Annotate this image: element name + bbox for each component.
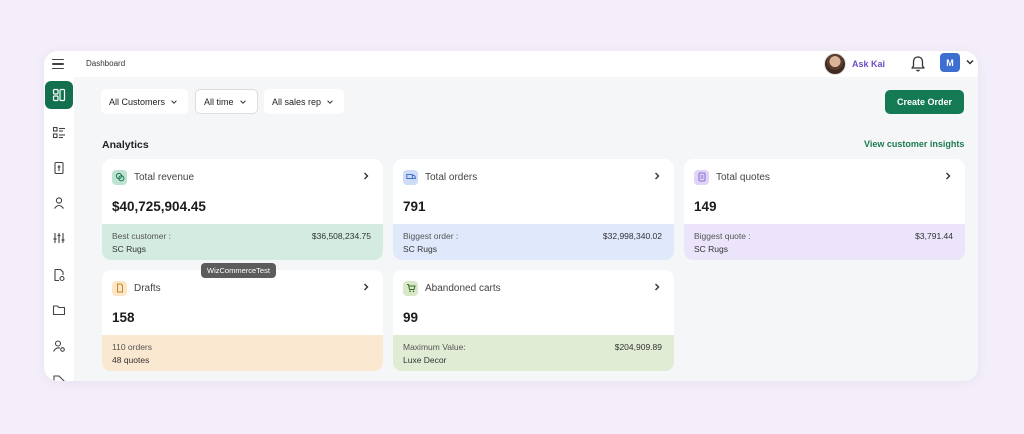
total-quotes-card[interactable]: Total quotes 149 Biggest quote : SC Rugs… (684, 159, 965, 260)
footer-name: Luxe Decor (403, 355, 447, 365)
main-content: All Customers All time All sales rep Cre… (74, 77, 978, 381)
chevron-right-icon[interactable] (361, 282, 371, 292)
sidebar-item-tags[interactable] (44, 367, 74, 381)
card-value: 149 (694, 199, 717, 214)
chevron-down-icon (327, 99, 333, 104)
footer-name: SC Rugs (403, 244, 438, 254)
footer-label: Best customer : (112, 231, 172, 241)
app-window: Dashboard Ask Kai M All Customers All ti… (44, 51, 978, 381)
chevron-right-icon[interactable] (652, 171, 662, 181)
chevron-down-icon (239, 99, 246, 104)
card-label: Total revenue (134, 171, 195, 183)
sidebar (44, 77, 74, 381)
ask-kai-label: Ask Kai (852, 59, 886, 69)
footer-value: $204,909.89 (614, 342, 662, 352)
notification-bell-icon[interactable] (910, 55, 926, 73)
total-orders-card[interactable]: Total orders 791 Biggest order : SC Rugs… (393, 159, 674, 260)
card-label: Total orders (425, 171, 478, 183)
assistant-avatar (824, 53, 846, 75)
footer-quotes: 48 quotes (112, 355, 150, 365)
time-filter-label: All time (204, 96, 234, 107)
document-icon (54, 161, 64, 175)
tag-icon (53, 375, 65, 381)
sidebar-item-user-settings[interactable] (44, 332, 74, 360)
card-footer: Maximum Value: Luxe Decor $204,909.89 (393, 335, 674, 371)
card-footer: 110 orders 48 quotes (102, 335, 383, 371)
sidebar-item-customers[interactable] (44, 189, 74, 217)
footer-orders: 110 orders (112, 342, 153, 352)
footer-value: $36,508,234.75 (311, 231, 371, 241)
card-footer: Best customer : SC Rugs $36,508,234.75 (102, 224, 383, 260)
draft-file-icon (112, 280, 127, 296)
chevron-right-icon[interactable] (943, 171, 953, 181)
card-label: Drafts (134, 282, 161, 294)
footer-value: $3,791.44 (915, 231, 953, 241)
hamburger-menu-icon[interactable] (52, 56, 68, 72)
file-settings-icon (54, 268, 65, 282)
card-value: 158 (112, 310, 135, 325)
card-footer: Biggest order : SC Rugs $32,998,340.02 (393, 224, 674, 260)
card-label: Abandoned carts (425, 282, 501, 294)
footer-label: Biggest order : (403, 231, 459, 241)
sidebar-item-dashboard[interactable] (44, 81, 74, 109)
card-label: Total quotes (716, 171, 770, 183)
person-icon (54, 197, 64, 209)
revenue-icon (112, 169, 127, 185)
card-value: 99 (403, 310, 419, 325)
card-value: 791 (403, 199, 426, 214)
sales-rep-filter-label: All sales rep (272, 96, 322, 107)
sliders-icon (53, 233, 65, 243)
create-order-button[interactable]: Create Order (885, 90, 964, 114)
sidebar-item-list[interactable] (44, 119, 74, 147)
abandoned-carts-card[interactable]: Abandoned carts 99 Maximum Value: Luxe D… (393, 270, 674, 371)
sidebar-item-documents[interactable] (44, 154, 74, 182)
sidebar-item-file-settings[interactable] (44, 261, 74, 289)
footer-label: Biggest quote : (694, 231, 751, 241)
chevron-down-icon[interactable] (965, 57, 975, 67)
analytics-heading: Analytics (102, 139, 149, 151)
customers-filter-label: All Customers (109, 96, 166, 107)
truck-icon (403, 169, 418, 185)
user-settings-icon (53, 340, 65, 352)
top-bar: Dashboard Ask Kai M (44, 51, 978, 77)
quote-icon (694, 169, 709, 185)
sales-rep-filter-dropdown[interactable]: All sales rep (264, 89, 344, 114)
footer-value: $32,998,340.02 (602, 231, 662, 241)
tooltip: WizCommerceTest (201, 263, 276, 278)
chevron-down-icon (171, 99, 177, 104)
user-avatar-button[interactable]: M (940, 53, 960, 72)
time-filter-dropdown[interactable]: All time (195, 89, 258, 114)
dashboard-icon (52, 88, 66, 102)
folder-icon (52, 305, 66, 316)
chevron-right-icon[interactable] (361, 171, 371, 181)
sidebar-item-settings[interactable] (44, 224, 74, 252)
card-footer: Biggest quote : SC Rugs $3,791.44 (684, 224, 965, 260)
drafts-card[interactable]: Drafts 158 110 orders 48 quotes (102, 270, 383, 371)
view-customer-insights-link[interactable]: View customer insights (864, 139, 964, 149)
cart-icon (403, 280, 418, 296)
sidebar-item-folders[interactable] (44, 296, 74, 324)
list-icon (52, 126, 65, 139)
chevron-right-icon[interactable] (652, 282, 662, 292)
card-value: $40,725,904.45 (112, 199, 206, 214)
footer-name: SC Rugs (694, 244, 729, 254)
total-revenue-card[interactable]: Total revenue $40,725,904.45 Best custom… (102, 159, 383, 260)
breadcrumb: Dashboard (86, 59, 126, 68)
customers-filter-dropdown[interactable]: All Customers (101, 89, 188, 114)
ask-kai-button[interactable]: Ask Kai (824, 53, 885, 75)
footer-name: SC Rugs (112, 244, 147, 254)
footer-label: Maximum Value: (403, 342, 466, 352)
